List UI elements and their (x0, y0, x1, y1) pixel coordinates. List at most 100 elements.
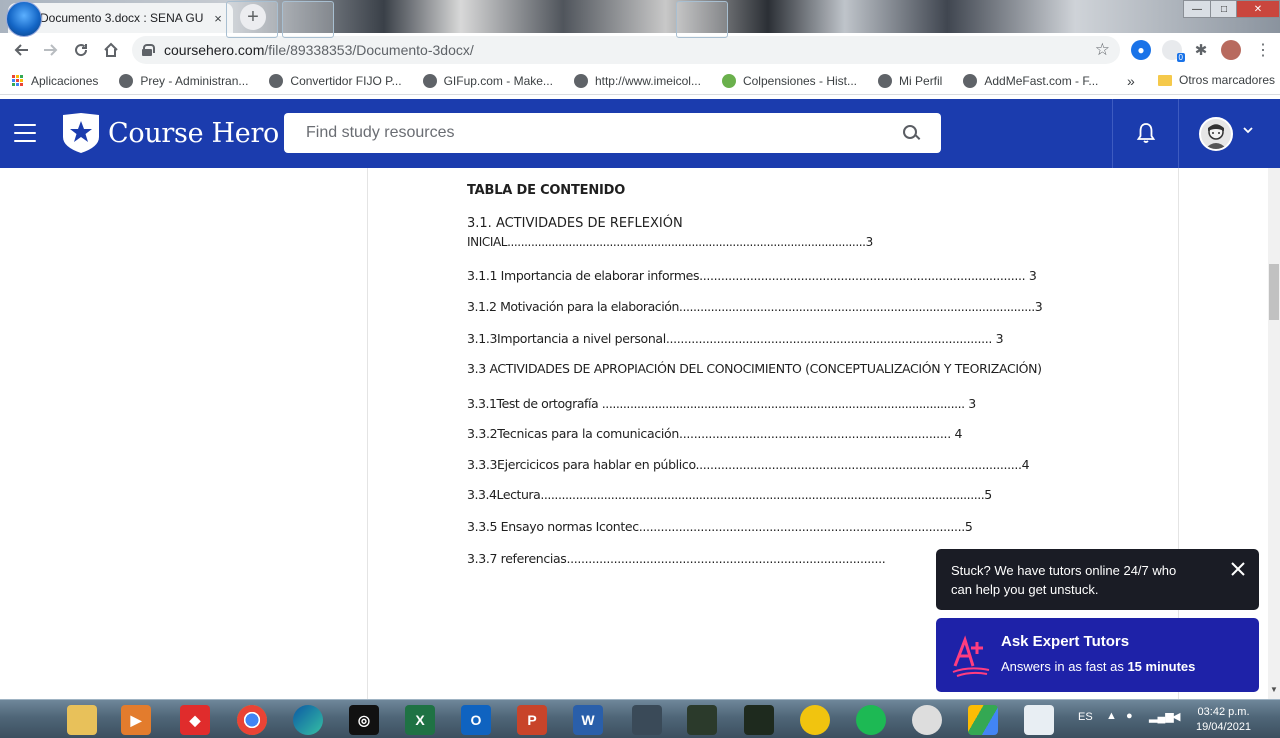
toc-entry: 3.3 ACTIVIDADES DE APROPIACIÓN DEL CONOC… (467, 361, 1042, 376)
language-indicator[interactable]: ES (1078, 711, 1093, 723)
puzzle-extensions-icon[interactable]: ✱ (1191, 40, 1211, 60)
colpensiones-icon (721, 73, 736, 88)
bookmarks-overflow-icon[interactable]: » (1127, 73, 1135, 89)
scrollbar[interactable] (1268, 168, 1280, 699)
globe-icon (573, 73, 588, 88)
toc-entry: 3.3.2Tecnicas para la comunicación......… (467, 426, 963, 441)
apps-grid-icon (12, 74, 24, 87)
volume-icon[interactable]: ◀ (1172, 710, 1180, 723)
bookmark-gifup[interactable]: GIFup.com - Make... (422, 73, 553, 88)
app-icon[interactable] (632, 705, 662, 735)
app-icon[interactable] (1024, 705, 1054, 735)
folder-icon (1158, 74, 1172, 86)
toc-entry: 3.1.2 Motivación para la elaboración....… (467, 299, 1043, 314)
home-icon[interactable] (96, 35, 126, 65)
google-drive-icon[interactable] (968, 705, 998, 735)
header-divider (1178, 99, 1179, 168)
show-hidden-icons-icon[interactable]: ▲ (1106, 710, 1117, 722)
extension-badge-icon[interactable]: 0 (1162, 40, 1185, 62)
file-explorer-icon[interactable] (67, 705, 97, 735)
word-icon[interactable]: W (573, 705, 603, 735)
bookmark-prey[interactable]: Prey - Administran... (119, 73, 248, 88)
taskbar-active-highlight (282, 1, 334, 38)
excel-icon[interactable]: X (405, 705, 435, 735)
back-arrow-icon[interactable] (6, 35, 36, 65)
bookmark-colpensiones[interactable]: Colpensiones - Hist... (721, 73, 857, 88)
tab-title: Documento 3.docx : SENA GUIAS (40, 11, 203, 25)
tab-close-icon[interactable]: × (211, 11, 225, 26)
scroll-down-icon[interactable]: ▼ (1268, 685, 1280, 697)
url-text[interactable]: coursehero.com/file/89338353/Documento-3… (164, 42, 1095, 58)
hamburger-menu-icon[interactable] (14, 124, 36, 142)
reload-icon[interactable] (66, 35, 96, 65)
tutors-subtitle: Answers in as fast as 15 minutes (1001, 659, 1196, 674)
toc-title: TABLA DE CONTENIDO (467, 183, 626, 198)
globe-icon (269, 73, 284, 88)
bookmark-addmefast[interactable]: AddMeFast.com - F... (963, 73, 1098, 88)
system-clock[interactable]: 03:42 p.m. 19/04/2021 (1196, 705, 1251, 735)
app-icon[interactable] (744, 705, 774, 735)
spotify-icon[interactable] (856, 705, 886, 735)
media-player-icon[interactable]: ▶ (121, 705, 151, 735)
search-input[interactable]: Find study resources (284, 113, 941, 153)
shield-star-icon (63, 113, 99, 153)
toc-entry: 3.3.4Lectura............................… (467, 487, 992, 502)
globe-icon (878, 73, 893, 88)
bookmark-imeicol[interactable]: http://www.imeicol... (573, 73, 701, 88)
toc-entry: 3.3.1Test de ortografía ................… (467, 396, 976, 411)
profile-avatar-icon[interactable] (1221, 40, 1241, 60)
toc-entry: 3.1. ACTIVIDADES DE REFLEXIÓN (467, 216, 683, 231)
bookmark-apps[interactable]: Aplicaciones (12, 74, 98, 88)
search-icon[interactable] (903, 125, 919, 141)
bookmark-convertidor[interactable]: Convertidor FIJO P... (269, 73, 402, 88)
app-icon[interactable] (687, 705, 717, 735)
toc-entry: 3.1.3Importancia a nivel personal.......… (467, 331, 1004, 346)
browser-toolbar: coursehero.com/file/89338353/Documento-3… (0, 33, 1280, 67)
user-avatar[interactable] (1199, 117, 1233, 151)
globe-icon (422, 73, 437, 88)
taskbar-active-highlight (226, 1, 278, 38)
lock-icon[interactable] (142, 44, 155, 56)
obs-icon[interactable]: ◎ (349, 705, 379, 735)
a-plus-grade-icon (952, 635, 990, 677)
powerpoint-icon[interactable]: P (517, 705, 547, 735)
chevron-down-icon[interactable] (1243, 126, 1253, 134)
globe-icon (119, 73, 134, 88)
toc-entry: 3.3.3Ejercicicos para hablar en público.… (467, 457, 1030, 472)
app-icon[interactable] (800, 705, 830, 735)
globe-icon (963, 73, 978, 88)
notification-bell-icon[interactable] (1134, 121, 1158, 145)
windows-start-button[interactable] (6, 1, 42, 37)
site-header: Course Hero Find study resources (0, 99, 1280, 168)
toc-entry: 3.3.5 Ensayo normas Icontec.............… (467, 519, 973, 534)
extension-icon[interactable]: ● (1131, 40, 1151, 60)
minimize-button[interactable]: — (1183, 0, 1211, 18)
music-icon[interactable] (912, 705, 942, 735)
stuck-tutors-banner[interactable]: Stuck? We have tutors online 24/7 who ca… (936, 549, 1259, 610)
taskbar-active-highlight (676, 1, 728, 38)
bookmarks-bar: Aplicaciones Prey - Administran... Conve… (0, 67, 1280, 95)
forward-arrow-icon[interactable] (36, 35, 66, 65)
course-hero-logo[interactable]: Course Hero (62, 113, 279, 153)
toc-entry: 3.3.7 referencias.......................… (467, 551, 886, 566)
toc-entry: 3.1.1 Importancia de elaborar informes..… (467, 268, 1037, 283)
browser-menu-icon[interactable]: ⋮ (1253, 40, 1273, 60)
close-icon[interactable] (1228, 559, 1248, 579)
close-window-button[interactable]: ✕ (1236, 0, 1280, 18)
bookmark-star-icon[interactable]: ☆ (1095, 40, 1110, 60)
page-border (367, 168, 368, 699)
other-bookmarks[interactable]: Otros marcadores (1158, 73, 1275, 87)
tutors-title: Ask Expert Tutors (1001, 633, 1130, 650)
outlook-icon[interactable]: O (461, 705, 491, 735)
network-signal-icon[interactable]: ▂▄▆ (1149, 710, 1174, 723)
header-divider (1112, 99, 1113, 168)
bookmark-mi-perfil[interactable]: Mi Perfil (878, 73, 942, 88)
edge-icon[interactable] (293, 705, 323, 735)
maximize-button[interactable]: □ (1210, 0, 1238, 18)
toc-entry: INICIAL.................................… (467, 235, 873, 249)
scrollbar-thumb[interactable] (1269, 264, 1279, 320)
chrome-icon[interactable] (237, 705, 267, 735)
security-tray-icon[interactable]: ● (1126, 710, 1133, 722)
address-bar[interactable]: coursehero.com/file/89338353/Documento-3… (132, 36, 1120, 64)
anydesk-icon[interactable]: ◆ (180, 705, 210, 735)
